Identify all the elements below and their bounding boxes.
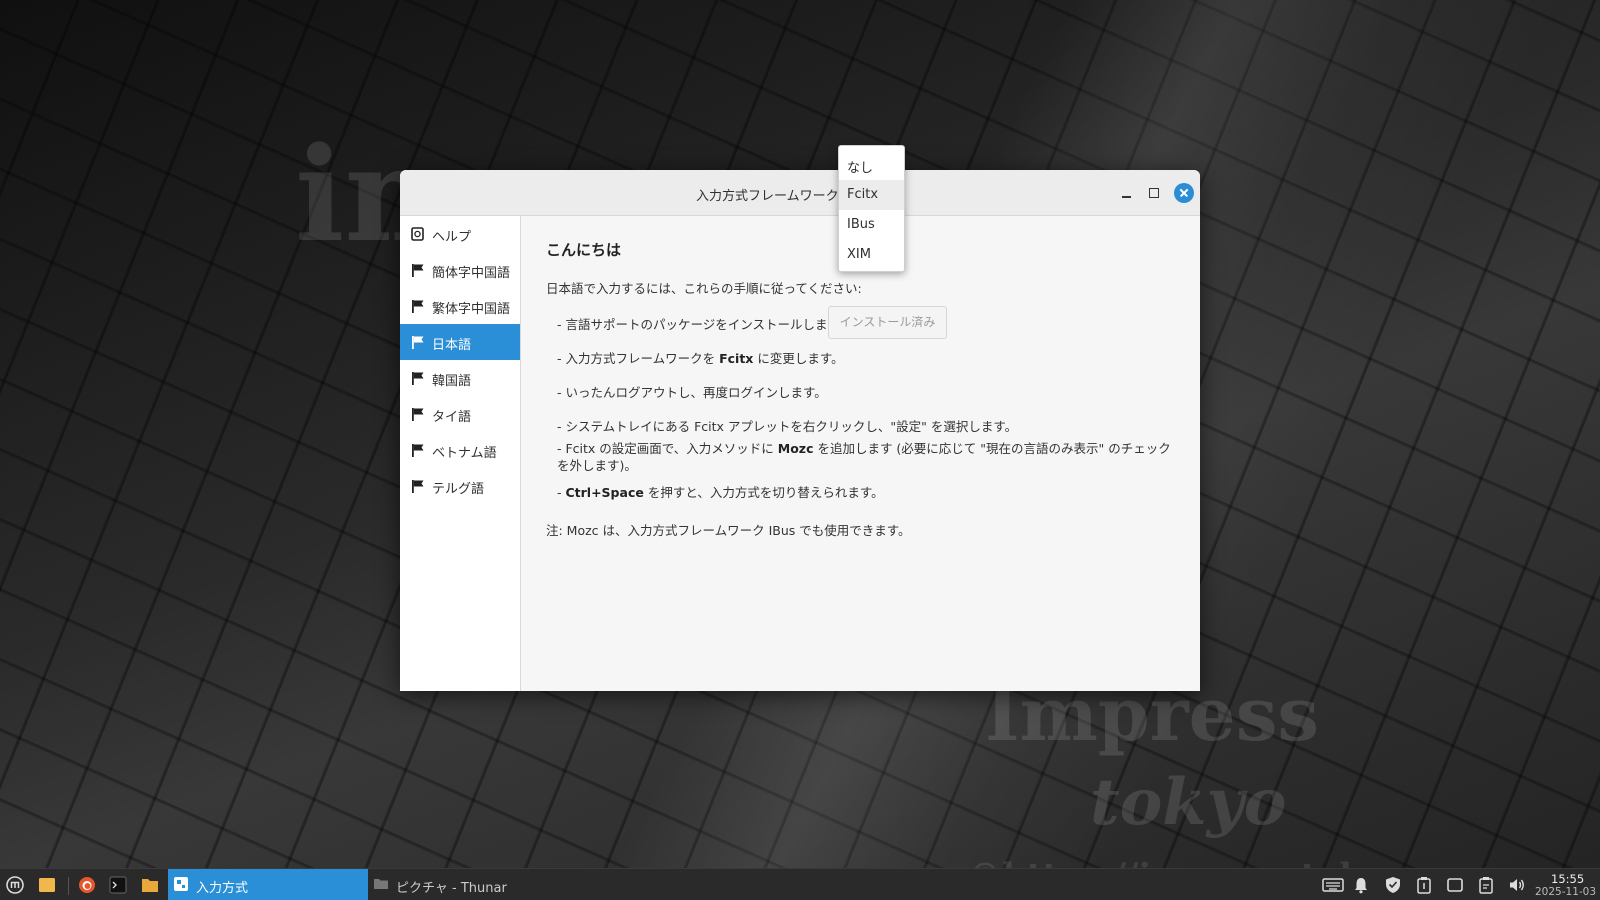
framework-dropdown-menu[interactable]: なし Fcitx IBus XIM [838,145,905,272]
sidebar-item-label: 繁体字中国語 [432,302,511,317]
sidebar-item-label: ヘルプ [432,230,472,245]
sidebar-item-label: 日本語 [432,338,472,353]
sidebar-item-label: 簡体字中国語 [432,266,511,281]
dropdown-option-fcitx[interactable]: Fcitx [839,180,904,210]
show-desktop-icon[interactable] [38,876,56,894]
network-icon[interactable] [1446,876,1464,894]
sidebar-item-label: 韓国語 [432,374,472,389]
taskbar: 入力方式 ピクチャ - Thunar 15:55 2025-11-03 [0,868,1600,900]
maximize-button[interactable] [1145,184,1163,202]
taskbar-separator [68,877,69,895]
page-title: こんにちは [546,241,622,259]
flag-icon [412,408,424,421]
taskbar-task-input-method[interactable]: 入力方式 [168,869,368,900]
step-install-text: - 言語サポートのパッケージをインストールします: [557,317,845,332]
dropdown-option-xim[interactable]: XIM [839,240,904,270]
update-clipboard-icon[interactable] [1415,876,1433,894]
help-icon [411,227,424,241]
sidebar-item-traditional-chinese[interactable]: 繁体字中国語 [400,288,520,324]
taskbar-task-label: ピクチャ - Thunar [396,881,507,896]
input-method-app-icon [174,877,188,891]
sidebar-item-label: テルグ語 [432,482,485,497]
sidebar-item-label: タイ語 [432,410,472,425]
flag-icon [412,372,424,385]
window-titlebar[interactable]: 入力方式フレームワーク: [400,170,1200,216]
flag-icon [412,264,424,277]
note-text: 注: Mozc は、入力方式フレームワーク IBus でも使用できます。 [546,523,911,538]
intro-text: 日本語で入力するには、これらの手順に従ってください: [546,281,862,296]
folder-icon [374,879,388,889]
volume-icon[interactable] [1508,876,1526,894]
flag-icon [412,444,424,457]
sidebar-item-korean[interactable]: 韓国語 [400,360,520,396]
framework-label: 入力方式フレームワーク: [696,189,843,204]
flag-icon [412,300,424,313]
install-button[interactable]: インストール済み [828,306,947,339]
input-method-window: 入力方式フレームワーク: ヘルプ 簡体字中国語 繁体字中国語 日本語 韓国語 タ… [400,170,1200,691]
clipboard-icon[interactable] [1477,876,1495,894]
dropdown-option-none[interactable]: なし [839,150,904,180]
step-applet-text: - システムトレイにある Fcitx アプレットを右クリックし、"設定" を選択… [557,419,1018,434]
clock-time[interactable]: 15:55 [1551,872,1584,886]
close-button[interactable] [1174,183,1194,203]
sidebar-item-japanese[interactable]: 日本語 [400,324,520,360]
dropdown-option-ibus[interactable]: IBus [839,210,904,240]
flag-icon [412,480,424,493]
keyboard-icon[interactable] [1322,876,1344,894]
sidebar-item-thai[interactable]: タイ語 [400,396,520,432]
flag-icon [412,336,424,349]
step-logout-text: - いったんログアウトし、再度ログインします。 [557,385,827,400]
watermark-text: tokyo [1090,765,1287,840]
sidebar-item-telugu[interactable]: テルグ語 [400,468,520,504]
minimize-button[interactable] [1118,184,1136,202]
folder-icon[interactable] [141,876,159,894]
taskbar-task-label: 入力方式 [196,881,249,896]
step-framework-text: - 入力方式フレームワークを Fcitx に変更します。 [557,351,844,366]
sidebar-item-vietnamese[interactable]: ベトナム語 [400,432,520,468]
sidebar-item-help[interactable]: ヘルプ [400,216,520,252]
step-shortcut-text: - Ctrl+Space を押すと、入力方式を切り替えられます。 [557,485,884,500]
sidebar-item-simplified-chinese[interactable]: 簡体字中国語 [400,252,520,288]
terminal-icon[interactable] [109,876,127,894]
taskbar-task-thunar[interactable]: ピクチャ - Thunar [368,869,568,900]
language-sidebar: ヘルプ 簡体字中国語 繁体字中国語 日本語 韓国語 タイ語 ベトナム語 テルグ語 [400,216,521,691]
shield-icon[interactable] [1384,876,1402,894]
help-content: こんにちは 日本語で入力するには、これらの手順に従ってください: - 言語サポー… [521,216,1200,691]
step-mozc-text: - Fcitx の設定画面で、入力メソッドに Mozc を追加します (必要に応… [557,441,1171,473]
notification-bell-icon[interactable] [1352,876,1370,894]
sidebar-item-label: ベトナム語 [432,446,497,461]
clock-date[interactable]: 2025-11-03 [1535,886,1596,898]
firefox-icon[interactable] [78,876,96,894]
menu-icon[interactable] [6,876,24,894]
